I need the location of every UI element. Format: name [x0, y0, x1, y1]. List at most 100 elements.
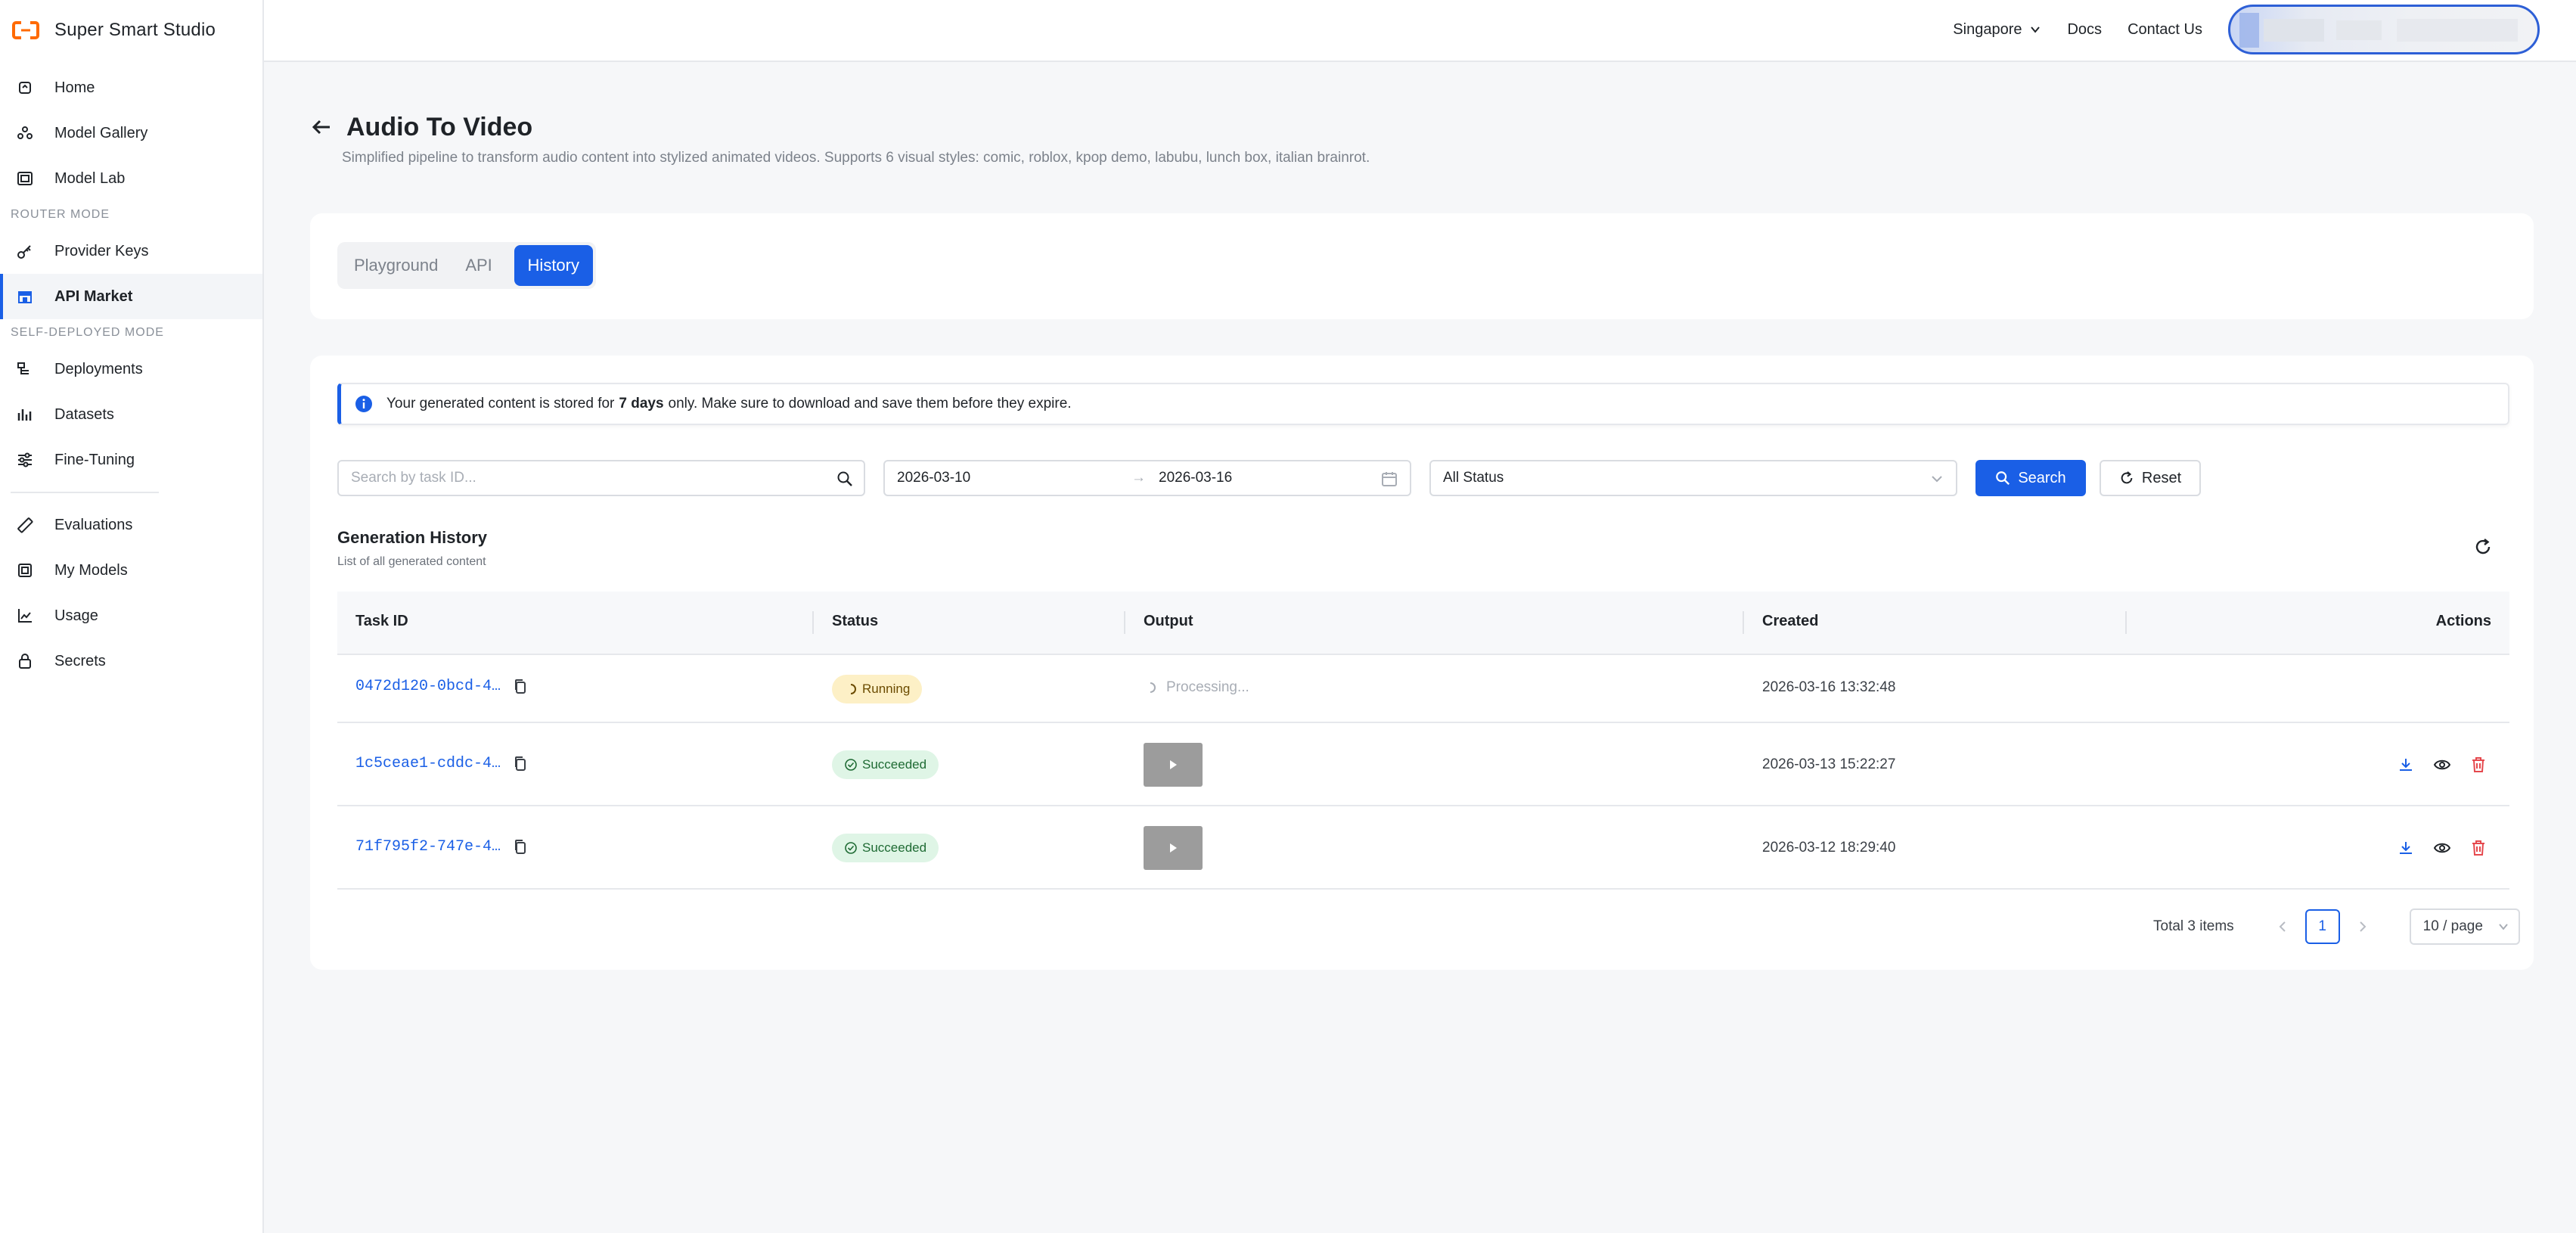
output-cell	[1144, 826, 1203, 870]
sidebar-item-label: Model Lab	[54, 169, 126, 187]
ruler-icon	[17, 517, 33, 533]
copy-icon[interactable]	[513, 679, 528, 695]
reset-button[interactable]: Reset	[2100, 460, 2201, 496]
brand-logo-icon	[12, 21, 39, 39]
region-selector[interactable]: Singapore	[1953, 21, 2041, 39]
sidebar-item-evaluations[interactable]: Evaluations	[0, 502, 262, 548]
date-end[interactable]: 2026-03-16	[1159, 470, 1232, 486]
sidebar-item-home[interactable]: Home	[0, 65, 262, 110]
task-id-cell: 1c5ceae1-cddc-4…	[355, 755, 528, 772]
tab-history[interactable]: History	[514, 245, 593, 286]
search-button[interactable]: Search	[1975, 460, 2086, 496]
sidebar-item-model-gallery[interactable]: Model Gallery	[0, 110, 262, 156]
output-cell	[1144, 743, 1203, 787]
search-field[interactable]	[337, 460, 865, 496]
redacted-account-info	[2397, 19, 2518, 42]
video-thumbnail[interactable]	[1144, 743, 1203, 787]
date-start[interactable]: 2026-03-10	[897, 470, 970, 486]
sidebar-item-label: Home	[54, 79, 95, 96]
task-id-link[interactable]: 1c5ceae1-cddc-4…	[355, 755, 501, 772]
copy-icon[interactable]	[513, 839, 528, 856]
chart-icon	[17, 607, 33, 624]
page-subtitle: Simplified pipeline to transform audio c…	[342, 150, 1370, 166]
redacted-account-info	[2264, 19, 2324, 42]
column-divider	[812, 611, 814, 634]
store-icon	[17, 288, 33, 305]
sidebar-item-usage[interactable]: Usage	[0, 593, 262, 638]
column-header-actions: Actions	[2435, 613, 2491, 629]
sidebar-item-datasets[interactable]: Datasets	[0, 392, 262, 437]
sidebar-item-label: Secrets	[54, 652, 106, 669]
sidebar-item-label: Model Gallery	[54, 124, 148, 141]
video-thumbnail[interactable]	[1144, 826, 1203, 870]
tab-bar: Playground API History	[337, 242, 596, 289]
history-header: Generation History List of all generated…	[337, 528, 487, 569]
sidebar-item-label: Deployments	[54, 360, 143, 377]
check-circle-icon	[845, 842, 857, 854]
trash-icon[interactable]	[2470, 840, 2487, 856]
eye-icon[interactable]	[2434, 840, 2450, 856]
page-size-select[interactable]: 10 / page	[2409, 908, 2520, 945]
chevron-left-icon[interactable]	[2275, 919, 2290, 934]
sidebar-item-secrets[interactable]: Secrets	[0, 638, 262, 684]
sidebar-item-provider-keys[interactable]: Provider Keys	[0, 228, 262, 274]
download-icon[interactable]	[2398, 756, 2414, 773]
history-title: Generation History	[337, 528, 488, 547]
reset-button-label: Reset	[2141, 469, 2182, 486]
check-circle-icon	[845, 759, 857, 771]
page-number-button[interactable]: 1	[2304, 909, 2340, 944]
self-deployed-section-label: SELF-DEPLOYED MODE	[11, 326, 164, 339]
sidebar-nav: Home Model Gallery Model Lab ROUTER MODE…	[0, 65, 262, 684]
task-id-link[interactable]: 0472d120-0bcd-4…	[355, 678, 501, 695]
user-account-menu[interactable]	[2228, 5, 2540, 54]
sidebar-item-deployments[interactable]: Deployments	[0, 346, 262, 392]
column-divider	[1124, 611, 1125, 634]
notice-text-suffix: only. Make sure to download and save the…	[668, 396, 1072, 412]
storage-notice: Your generated content is stored for 7 d…	[337, 383, 2509, 425]
tab-api[interactable]: API	[452, 245, 505, 286]
trash-icon[interactable]	[2470, 756, 2487, 773]
back-arrow-icon[interactable]	[310, 116, 333, 138]
pagination: Total 3 items 1 10 / page	[2153, 908, 2520, 946]
sidebar-item-model-lab[interactable]: Model Lab	[0, 156, 262, 201]
notice-text-bold: 7 days	[619, 396, 664, 412]
model-gallery-icon	[17, 125, 33, 141]
sidebar-item-fine-tuning[interactable]: Fine-Tuning	[0, 437, 262, 483]
status-badge-text: Running	[862, 682, 911, 696]
tab-playground[interactable]: Playground	[340, 245, 452, 286]
download-icon[interactable]	[2398, 840, 2414, 856]
topbar-right: Singapore Docs Contact Us	[1953, 5, 2540, 54]
avatar	[2239, 13, 2259, 48]
brand[interactable]: Super Smart Studio	[12, 17, 216, 44]
contact-us-link[interactable]: Contact Us	[2128, 21, 2202, 39]
date-range-picker[interactable]: 2026-03-10 → 2026-03-16	[883, 460, 1411, 496]
lock-icon	[17, 653, 33, 669]
redacted-account-info	[2336, 20, 2382, 40]
copy-icon[interactable]	[513, 756, 528, 772]
table-header: Task ID Status Output Created Actions	[337, 592, 2509, 655]
page-title: Audio To Video	[346, 112, 533, 141]
column-header-task-id: Task ID	[355, 613, 408, 629]
status-select[interactable]: All Status	[1429, 460, 1957, 496]
status-select-value: All Status	[1443, 470, 1504, 486]
chevron-right-icon[interactable]	[2355, 919, 2370, 934]
notice-text-prefix: Your generated content is stored for	[386, 396, 615, 412]
search-icon	[1996, 471, 2010, 486]
docs-link[interactable]: Docs	[2067, 21, 2102, 39]
spinner-icon	[1150, 682, 1156, 693]
history-subtitle: List of all generated content	[337, 555, 486, 568]
actions-cell	[2398, 840, 2487, 856]
sidebar-item-my-models[interactable]: My Models	[0, 548, 262, 593]
play-icon	[1170, 843, 1177, 853]
eye-icon[interactable]	[2434, 756, 2450, 773]
info-icon	[355, 396, 372, 412]
sidebar-item-api-market[interactable]: API Market	[0, 274, 262, 319]
task-id-link[interactable]: 71f795f2-747e-4…	[355, 838, 501, 856]
page-size-value: 10 / page	[2422, 918, 2483, 934]
refresh-icon[interactable]	[2473, 537, 2493, 557]
sidebar-item-label: Fine-Tuning	[54, 451, 135, 468]
search-icon[interactable]	[836, 471, 853, 487]
calendar-icon	[1382, 472, 1397, 486]
search-input[interactable]	[351, 470, 805, 486]
created-cell: 2026-03-13 15:22:27	[1762, 756, 1896, 772]
